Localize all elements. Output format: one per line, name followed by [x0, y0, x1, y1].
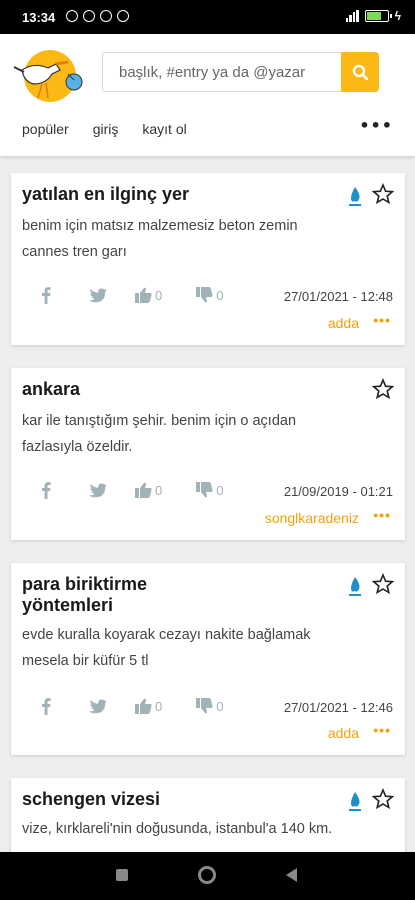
entry-body-line: benim için matsız malzemesiz beton zemin: [22, 218, 298, 234]
entry-more-button[interactable]: •••: [373, 312, 391, 328]
entry-title[interactable]: ankara: [22, 379, 322, 400]
charging-icon: ϟ: [394, 9, 401, 23]
entry-card: ankara kar ile tanıştığım şehir. benim i…: [11, 368, 405, 540]
app-icon: [117, 10, 129, 22]
stork-logo-icon[interactable]: [12, 50, 88, 102]
entry-actions: 0 0: [41, 481, 223, 499]
upvote-button[interactable]: 0: [135, 287, 162, 303]
search-button[interactable]: [341, 52, 379, 92]
thumbs-down-icon: [196, 698, 213, 714]
entry-actions: 0 0: [41, 697, 223, 715]
upvote-button[interactable]: 0: [135, 698, 162, 714]
status-right-icons: ϟ: [345, 9, 401, 23]
twitter-icon[interactable]: [89, 483, 107, 498]
downvote-button[interactable]: 0: [196, 287, 223, 303]
entry-more-button[interactable]: •••: [373, 507, 391, 523]
downvote-count: 0: [216, 698, 224, 714]
entry-actions: 0 0: [41, 286, 223, 304]
status-notification-icons: [66, 10, 129, 22]
entry-title-line: yöntemleri: [22, 595, 114, 615]
alarm-icon: [83, 10, 95, 22]
thumbs-down-icon: [196, 287, 213, 303]
entry-date: 27/01/2021 - 12:48: [283, 289, 393, 304]
downvote-button[interactable]: 0: [196, 482, 223, 498]
water-drop-icon: [349, 792, 361, 811]
thumbs-up-icon: [135, 287, 152, 303]
entry-title[interactable]: para biriktirme yöntemleri: [22, 574, 322, 616]
entry-author[interactable]: adda: [328, 315, 359, 331]
nav-popular[interactable]: popüler: [22, 121, 69, 137]
facebook-icon[interactable]: [41, 481, 51, 499]
entry-body: benim için matsız malzemesiz beton zemin…: [22, 213, 392, 265]
entry-title[interactable]: yatılan en ilginç yer: [22, 184, 322, 205]
entry-body-line: fazlasıyla özeldir.: [22, 439, 133, 455]
upvote-count: 0: [155, 287, 163, 303]
downvote-count: 0: [216, 482, 224, 498]
entry-date: 21/09/2019 - 01:21: [283, 484, 393, 499]
status-time: 13:34: [22, 10, 56, 25]
entry-title-line: para biriktirme: [22, 574, 148, 594]
header-more-button[interactable]: •••: [359, 116, 393, 135]
entry-date: 27/01/2021 - 12:46: [283, 700, 393, 715]
entry-body-line: vize, kırklareli'nin doğusunda, istanbul…: [22, 821, 333, 837]
thumbs-up-icon: [135, 482, 152, 498]
entry-title[interactable]: schengen vizesi: [22, 789, 322, 810]
thumbs-down-icon: [196, 482, 213, 498]
entry-card: para biriktirme yöntemleri evde kuralla …: [11, 563, 405, 755]
entry-body-line: kar ile tanıştığım şehir. benim için o a…: [22, 413, 297, 429]
twitter-icon[interactable]: [89, 288, 107, 303]
entry-more-button[interactable]: •••: [373, 722, 391, 738]
water-drop-icon: [349, 187, 361, 206]
entry-card: schengen vizesi vize, kırklareli'nin doğ…: [11, 778, 405, 858]
bell-off-icon: [66, 10, 78, 22]
facebook-icon[interactable]: [41, 697, 51, 715]
app-header: popüler giriş kayıt ol •••: [0, 34, 415, 156]
signal-icon: [345, 10, 359, 22]
downvote-count: 0: [216, 287, 224, 303]
search-input[interactable]: [102, 52, 342, 92]
water-drop-icon: [349, 577, 361, 596]
entry-body: vize, kırklareli'nin doğusunda, istanbul…: [22, 816, 392, 842]
recent-apps-button[interactable]: [116, 869, 128, 881]
home-button[interactable]: [198, 866, 216, 884]
twitter-icon[interactable]: [89, 699, 107, 714]
thumbs-up-icon: [135, 698, 152, 714]
entry-body-line: cannes tren garı: [22, 244, 127, 260]
system-nav-bar: [0, 852, 415, 900]
entry-author[interactable]: songlkaradeniz: [265, 510, 359, 526]
favorite-star-icon[interactable]: [372, 573, 394, 595]
nav-register[interactable]: kayıt ol: [142, 121, 186, 137]
entry-body: kar ile tanıştığım şehir. benim için o a…: [22, 408, 392, 460]
facebook-icon[interactable]: [41, 286, 51, 304]
header-nav: popüler giriş kayıt ol: [22, 121, 211, 137]
battery-icon: [364, 10, 392, 22]
search-icon: [352, 64, 368, 80]
upvote-count: 0: [155, 698, 163, 714]
entry-body-line: evde kuralla koyarak cezayı nakite bağla…: [22, 627, 311, 643]
entry-body-line: mesela bir küfür 5 tl: [22, 653, 149, 669]
back-button[interactable]: [286, 868, 297, 882]
favorite-star-icon[interactable]: [372, 378, 394, 400]
favorite-star-icon[interactable]: [372, 183, 394, 205]
upvote-button[interactable]: 0: [135, 482, 162, 498]
downvote-button[interactable]: 0: [196, 698, 223, 714]
entry-author[interactable]: adda: [328, 725, 359, 741]
upvote-count: 0: [155, 482, 163, 498]
status-bar: 13:34 ϟ: [0, 0, 415, 34]
nav-login[interactable]: giriş: [93, 121, 119, 137]
entry-body: evde kuralla koyarak cezayı nakite bağla…: [22, 622, 392, 674]
favorite-star-icon[interactable]: [372, 788, 394, 810]
entry-card: yatılan en ilginç yer benim için matsız …: [11, 173, 405, 345]
app-icon: [100, 10, 112, 22]
